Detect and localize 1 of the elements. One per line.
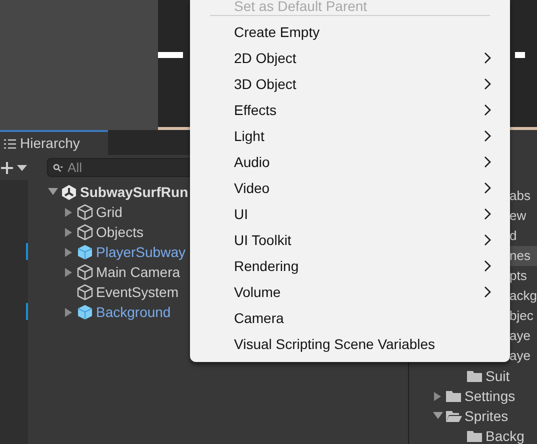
menu-item: Set as Default Parent (233, 0, 368, 12)
